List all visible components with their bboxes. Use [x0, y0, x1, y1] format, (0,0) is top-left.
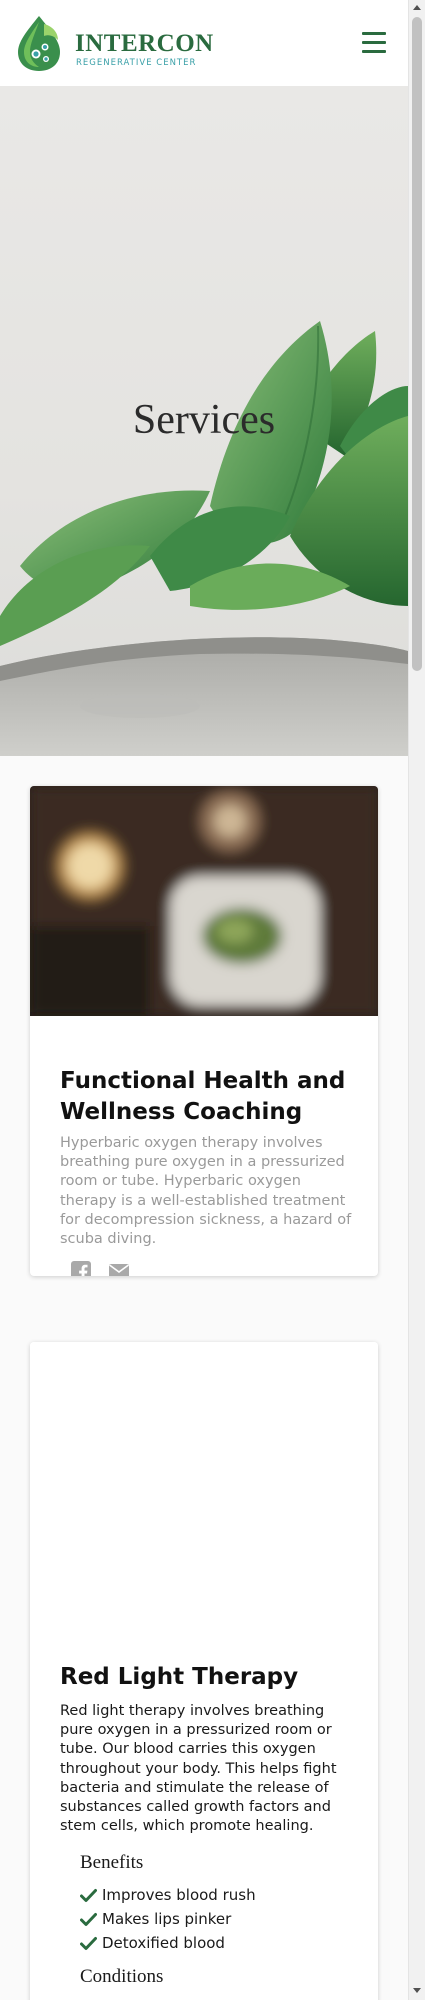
page: INTERCON REGENERATIVE CENTER Services Fu… [0, 0, 408, 2000]
scroll-down-arrow-icon[interactable] [413, 1988, 421, 1993]
service-description: Red light therapy involves breathing pur… [60, 1703, 337, 1835]
food-plate-image [30, 786, 378, 1016]
site-header: INTERCON REGENERATIVE CENTER [0, 0, 408, 86]
service-title: Functional Health and Wellness Coaching [60, 1068, 346, 1125]
benefit-label: Detoxified blood [102, 1934, 225, 1952]
page-scrollbar[interactable] [408, 0, 425, 2000]
check-icon [80, 1937, 97, 1950]
scroll-up-arrow-icon[interactable] [413, 5, 421, 10]
service-card: Functional Health and Wellness Coaching … [30, 786, 378, 1276]
brand-logo[interactable]: INTERCON REGENERATIVE CENTER [14, 14, 213, 72]
envelope-icon[interactable] [108, 1260, 130, 1276]
hero-banner: Services [0, 86, 408, 756]
service-card: Red Light Therapy Red light therapy invo… [30, 1342, 378, 2000]
brand-subtitle: REGENERATIVE CENTER [76, 58, 197, 68]
service-description: Hyperbaric oxygen therapy involves breat… [60, 1135, 352, 1248]
facebook-icon[interactable] [70, 1260, 92, 1276]
benefit-label: Improves blood rush [102, 1886, 256, 1904]
check-icon [80, 1913, 97, 1926]
scrollbar-thumb[interactable] [412, 17, 422, 671]
check-icon [80, 1889, 97, 1902]
page-title: Services [132, 397, 276, 443]
hamburger-menu-icon[interactable] [362, 32, 388, 56]
leaf-drop-logo-icon [18, 16, 60, 71]
benefit-label: Makes lips pinker [102, 1910, 232, 1928]
brand-name: INTERCON [75, 30, 214, 57]
benefits-heading: Benefits [80, 1852, 144, 1873]
service-title: Red Light Therapy [60, 1664, 299, 1690]
service-image-placeholder [30, 1342, 378, 1632]
conditions-heading: Conditions [80, 1966, 164, 1987]
